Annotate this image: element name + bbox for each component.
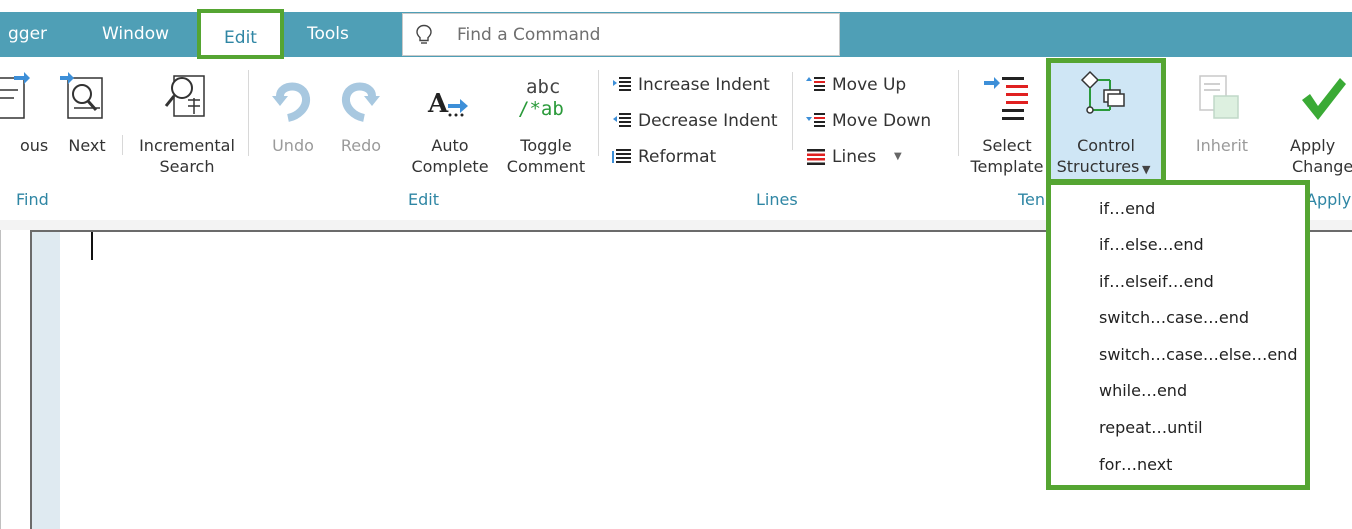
- toggle-comment-label-2: Comment: [506, 157, 586, 176]
- menu-item-if-else-end[interactable]: if…else…end: [1099, 235, 1204, 254]
- tab-tools[interactable]: Tools: [307, 12, 349, 57]
- find-next-icon: [60, 72, 103, 119]
- toggle-comment-label-1: Toggle: [520, 136, 572, 155]
- find-command-search[interactable]: Find a Command: [402, 13, 840, 56]
- menu-item-switch-case-else-end[interactable]: switch…case…else…end: [1099, 345, 1297, 364]
- menu-bar: gger Window Edit Tools Find a Command: [0, 0, 1352, 60]
- select-template-button[interactable]: Select Template: [962, 70, 1052, 180]
- move-up-label: Move Up: [832, 75, 907, 95]
- incremental-search-icon: [164, 75, 205, 117]
- undo-icon: [272, 82, 311, 122]
- tab-edit[interactable]: Edit: [197, 9, 284, 59]
- auto-complete-icon: A: [427, 89, 468, 119]
- menu-item-if-elseif-end[interactable]: if…elseif…end: [1099, 272, 1214, 291]
- decrease-indent-icon: [613, 113, 631, 127]
- tab-window[interactable]: Window: [102, 12, 169, 57]
- auto-complete-button[interactable]: A Auto Complete: [410, 70, 490, 180]
- svg-text:A: A: [427, 89, 449, 119]
- ribbon-separator: [958, 70, 959, 156]
- redo-label: Redo: [340, 136, 382, 155]
- ribbon-separator: [122, 135, 123, 155]
- toggle-comment-button[interactable]: abc /*ab Toggle Comment: [500, 70, 592, 180]
- chevron-down-icon: ▼: [894, 151, 902, 162]
- edit-group-label: Edit: [408, 190, 439, 209]
- checkmark-icon: [1302, 78, 1346, 120]
- control-structures-menu: if…end if…else…end if…elseif…end switch……: [1046, 180, 1310, 490]
- move-down-label: Move Down: [832, 111, 932, 131]
- tab-debugger[interactable]: gger: [8, 12, 47, 57]
- lines-icon: [807, 149, 825, 165]
- undo-button[interactable]: Undo: [262, 70, 324, 180]
- find-previous-icon: [0, 72, 30, 119]
- ribbon-separator: [248, 70, 249, 156]
- menu-item-for-next[interactable]: for…next: [1099, 455, 1172, 474]
- menu-item-if-end[interactable]: if…end: [1099, 199, 1155, 218]
- move-down-icon: [806, 113, 825, 127]
- lines-dropdown-button[interactable]: Lines ▼: [806, 142, 916, 172]
- inherit-label: Inherit: [1195, 136, 1249, 155]
- redo-icon: [341, 82, 380, 122]
- inherit-button[interactable]: Inherit: [1180, 70, 1264, 180]
- previous-button[interactable]: ous: [0, 70, 52, 180]
- redo-button[interactable]: Redo: [330, 70, 392, 180]
- increase-indent-button[interactable]: Increase Indent: [612, 70, 792, 100]
- editor-outer-border: [0, 230, 14, 529]
- find-group-label: Find: [16, 190, 49, 209]
- menu-item-repeat-until[interactable]: repeat…until: [1099, 418, 1203, 437]
- toggle-comment-icon: abc /*ab: [510, 76, 590, 126]
- control-structures-highlight: [1046, 58, 1166, 184]
- select-template-label-2: Template: [970, 157, 1044, 176]
- next-label: Next: [68, 136, 106, 155]
- undo-label: Undo: [272, 136, 314, 155]
- editor-gutter: [32, 232, 60, 529]
- apply-changes-label-2: Change: [1292, 157, 1352, 176]
- select-template-label-1: Select: [982, 136, 1032, 155]
- increase-indent-label: Increase Indent: [638, 75, 770, 95]
- decrease-indent-button[interactable]: Decrease Indent: [612, 106, 792, 136]
- auto-complete-label-2: Complete: [411, 157, 489, 176]
- select-template-icon: [984, 77, 1028, 120]
- apply-changes-button[interactable]: Apply Change: [1284, 70, 1352, 180]
- toggle-comment-icon-comment: /*ab: [518, 98, 564, 120]
- reformat-button[interactable]: Reformat: [612, 142, 792, 172]
- apply-changes-label-1: Apply: [1290, 136, 1336, 155]
- auto-complete-label-1: Auto: [431, 136, 469, 155]
- incremental-search-button[interactable]: Incremental Search: [130, 70, 244, 180]
- move-up-icon: [806, 77, 825, 91]
- lines-label: Lines: [832, 147, 877, 167]
- incremental-search-label-1: Incremental: [139, 136, 235, 155]
- decrease-indent-label: Decrease Indent: [638, 111, 778, 131]
- lines-group-label: Lines: [756, 190, 798, 209]
- reformat-icon: [612, 149, 631, 163]
- inherit-icon: [1199, 75, 1239, 119]
- menu-item-while-end[interactable]: while…end: [1099, 381, 1187, 400]
- text-cursor: [91, 232, 93, 260]
- menu-item-switch-case-end[interactable]: switch…case…end: [1099, 308, 1249, 327]
- ribbon-separator: [792, 72, 793, 150]
- toggle-comment-icon-abc: abc: [526, 76, 561, 98]
- reformat-label: Reformat: [638, 147, 717, 167]
- template-group-label: Ten: [1018, 190, 1046, 209]
- search-placeholder: Find a Command: [457, 25, 601, 45]
- increase-indent-icon: [613, 77, 631, 91]
- incremental-search-label-2: Search: [159, 157, 215, 176]
- move-down-button[interactable]: Move Down: [806, 106, 956, 136]
- previous-label: ous: [20, 136, 49, 155]
- apply-group-label: Apply: [1306, 190, 1352, 209]
- next-button[interactable]: Next: [56, 70, 118, 180]
- ribbon-separator: [598, 70, 599, 156]
- move-up-button[interactable]: Move Up: [806, 70, 956, 100]
- lightbulb-icon: [416, 24, 432, 44]
